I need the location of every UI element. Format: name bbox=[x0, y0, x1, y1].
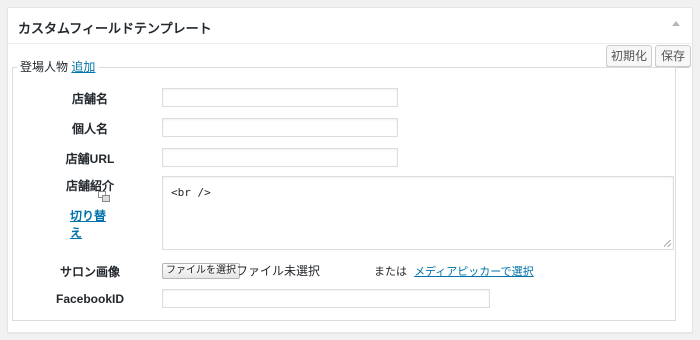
collapse-arrow-icon[interactable] bbox=[672, 21, 680, 26]
person-name-input[interactable] bbox=[162, 118, 398, 137]
resize-grip-icon[interactable] bbox=[664, 240, 671, 247]
shop-name-input[interactable] bbox=[162, 88, 398, 107]
box-title: カスタムフィールドテンプレート bbox=[18, 21, 212, 36]
switch-editor-icon[interactable] bbox=[98, 191, 110, 202]
file-status-text: ファイル未選択 bbox=[236, 264, 321, 278]
facebook-id-input[interactable] bbox=[162, 289, 490, 308]
shop-url-label: 店舗URL bbox=[65, 152, 115, 166]
salon-image-label: サロン画像 bbox=[59, 265, 120, 279]
person-name-label: 個人名 bbox=[71, 122, 108, 136]
shop-url-input[interactable] bbox=[162, 148, 398, 167]
shop-intro-value: <br /> bbox=[171, 186, 211, 199]
group-name: 登場人物 bbox=[20, 60, 69, 74]
add-group-link[interactable]: 追加 bbox=[71, 60, 95, 74]
shop-name-label: 店舗名 bbox=[71, 92, 108, 106]
media-picker-link[interactable]: メディアピッカーで選択 bbox=[414, 266, 534, 278]
switch-editor-link[interactable]: 切り替え bbox=[70, 207, 110, 241]
shop-intro-textarea[interactable]: <br /> bbox=[162, 176, 674, 250]
field-group-legend: 登場人物 追加 bbox=[17, 60, 99, 74]
facebook-id-label: FacebookID bbox=[55, 292, 124, 306]
box-header[interactable]: カスタムフィールドテンプレート bbox=[8, 8, 692, 44]
initialize-button[interactable]: 初期化 bbox=[606, 45, 652, 67]
shop-intro-label: 店舗紹介 bbox=[65, 179, 114, 193]
save-button[interactable]: 保存 bbox=[655, 45, 691, 67]
choose-file-button[interactable]: ファイルを選択 bbox=[162, 263, 240, 279]
or-text: または bbox=[374, 266, 407, 278]
media-picker-row: または メディアピッカーで選択 bbox=[374, 263, 534, 279]
